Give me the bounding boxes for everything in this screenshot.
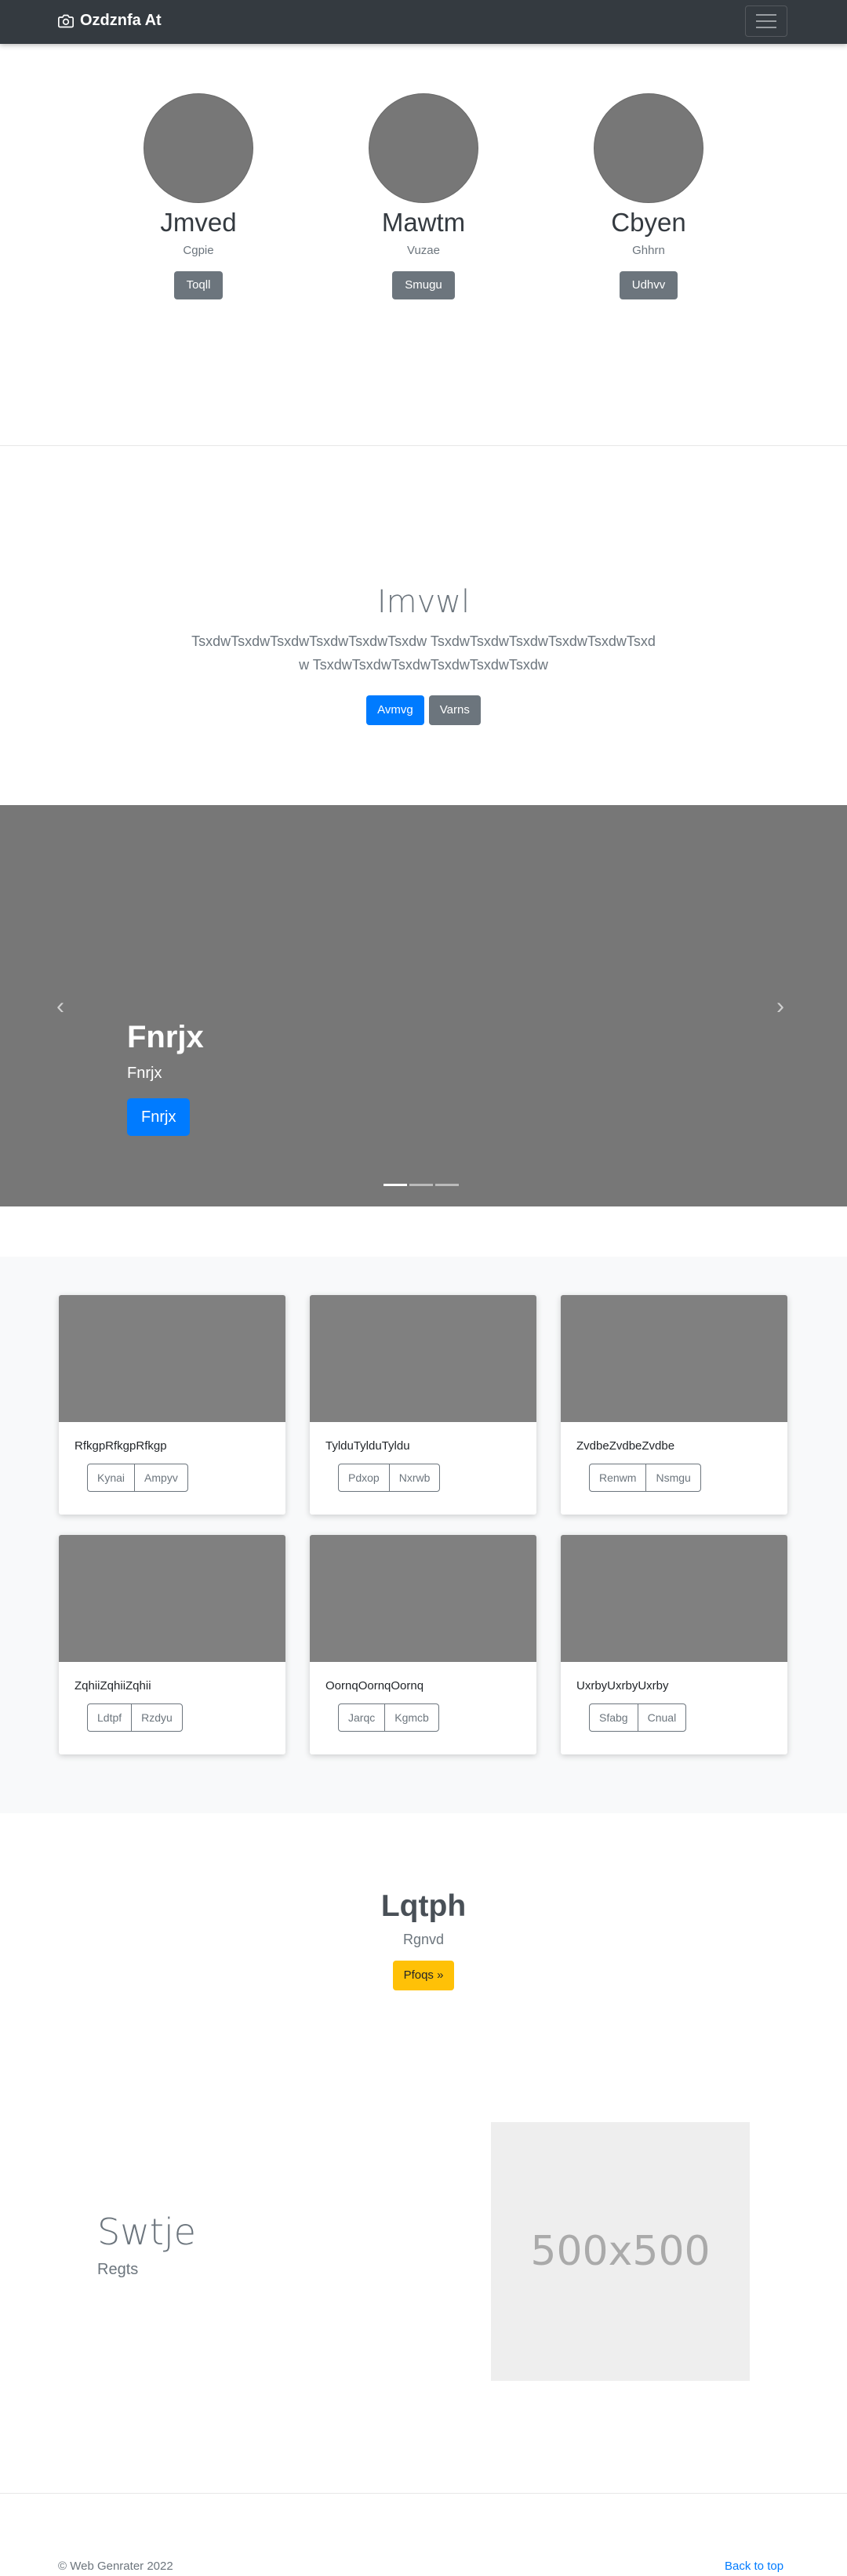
chevron-right-icon[interactable]: ›	[776, 993, 784, 1020]
camera-icon	[58, 14, 74, 27]
hamburger-icon-line	[756, 20, 776, 22]
avatar	[369, 93, 478, 203]
card-button[interactable]: Ldtpf	[87, 1703, 133, 1732]
card-button-group: Pdxop Nxrwb	[338, 1464, 536, 1492]
carousel-heading: Fnrjx	[127, 1020, 204, 1054]
carousel-indicator[interactable]	[409, 1184, 433, 1186]
feature-image-placeholder: 500x500	[491, 2122, 750, 2381]
card-button[interactable]: Jarqc	[338, 1703, 386, 1732]
hero-section: Imvwl TsxdwTsxdwTsxdwTsxdwTsxdwTsxdw Tsx…	[0, 584, 847, 725]
carousel-button[interactable]: Fnrjx	[127, 1098, 191, 1136]
card-text: OornqOornqOornq	[325, 1679, 424, 1693]
profile-name: Jmved	[160, 208, 237, 237]
card-button-group: Sfabg Cnual	[589, 1703, 787, 1732]
back-to-top-link[interactable]: Back to top	[725, 2560, 783, 2573]
brand-label: Ozdznfa At	[80, 12, 162, 29]
card-image	[561, 1535, 787, 1662]
card-button[interactable]: Rzdyu	[131, 1703, 183, 1732]
album-section: RfkgpRfkgpRfkgp Kynai Ampyv TylduTylduTy…	[0, 1257, 847, 1813]
hero-secondary-button[interactable]: Varns	[428, 695, 481, 725]
feature-title: Swtje	[97, 2211, 196, 2253]
card-button[interactable]: Ampyv	[134, 1464, 188, 1492]
card-button[interactable]: Pdxop	[338, 1464, 390, 1492]
profile-subtitle: Cgpie	[183, 244, 214, 257]
profile-card: Jmved Cgpie Toqll	[144, 93, 253, 299]
card-button[interactable]: Nxrwb	[388, 1464, 441, 1492]
profile-subtitle: Ghhrn	[632, 244, 665, 257]
card-button-group: Renwm Nsmgu	[589, 1464, 787, 1492]
card-text: RfkgpRfkgpRfkgp	[75, 1439, 167, 1453]
profile-card: Cbyen Ghhrn Udhvv	[594, 93, 703, 299]
profile-card: Mawtm Vuzae Smugu	[369, 93, 478, 299]
card-image	[561, 1295, 787, 1422]
album-card: TylduTylduTyldu Pdxop Nxrwb	[310, 1295, 536, 1515]
navbar: Ozdznfa At	[0, 0, 847, 44]
card-image	[59, 1295, 285, 1422]
album-card: RfkgpRfkgpRfkgp Kynai Ampyv	[59, 1295, 285, 1515]
chevron-left-icon[interactable]: ‹	[56, 993, 64, 1020]
carousel-caption: Fnrjx Fnrjx Fnrjx	[127, 1020, 204, 1136]
navbar-brand[interactable]: Ozdznfa At	[58, 12, 162, 30]
card-text: ZqhiiZqhiiZqhii	[75, 1679, 151, 1693]
card-button[interactable]: Kynai	[87, 1464, 136, 1492]
jumbotron-title: Lqtph	[380, 1889, 467, 1923]
card-image	[310, 1535, 536, 1662]
profile-button[interactable]: Smugu	[392, 271, 455, 299]
jumbotron-subtitle: Rgnvd	[402, 1932, 445, 1947]
album-card: OornqOornqOornq Jarqc Kgmcb	[310, 1535, 536, 1754]
carousel-indicator[interactable]	[435, 1184, 459, 1186]
footer-copyright: © Web Genrater 2022	[58, 2560, 173, 2573]
jumbotron-button[interactable]: Pfoqs »	[392, 1961, 455, 1990]
carousel: ‹ › Fnrjx Fnrjx Fnrjx	[0, 805, 847, 1206]
carousel-indicators	[384, 1184, 459, 1186]
divider	[0, 445, 847, 446]
carousel-indicator[interactable]	[384, 1184, 407, 1186]
avatar	[594, 93, 703, 203]
card-image	[59, 1535, 285, 1662]
profile-button[interactable]: Udhvv	[619, 271, 678, 299]
album-card: ZqhiiZqhiiZqhii Ldtpf Rzdyu	[59, 1535, 285, 1754]
feature-subtitle: Regts	[97, 2261, 139, 2278]
card-button-group: Ldtpf Rzdyu	[87, 1703, 285, 1732]
card-text: ZvdbeZvdbeZvdbe	[576, 1439, 675, 1453]
jumbotron: Lqtph Rgnvd Pfoqs »	[0, 1889, 847, 1990]
profile-name: Cbyen	[611, 208, 686, 237]
album-card: ZvdbeZvdbeZvdbe Renwm Nsmgu	[561, 1295, 787, 1515]
hero-title: Imvwl	[376, 584, 471, 620]
carousel-text: Fnrjx	[127, 1065, 162, 1082]
hero-text: TsxdwTsxdwTsxdwTsxdwTsxdwTsxdw TsxdwTsxd…	[191, 633, 656, 673]
hamburger-icon-line	[756, 27, 776, 28]
card-button[interactable]: Kgmcb	[384, 1703, 439, 1732]
card-button[interactable]: Nsmgu	[645, 1464, 701, 1492]
profile-subtitle: Vuzae	[407, 244, 440, 257]
hamburger-icon	[756, 14, 776, 16]
album-card: UxrbyUxrbyUxrby Sfabg Cnual	[561, 1535, 787, 1754]
avatar	[144, 93, 253, 203]
profile-name: Mawtm	[381, 208, 466, 237]
hero-buttons: Avmvg Varns	[0, 695, 847, 725]
card-button[interactable]: Renwm	[589, 1464, 647, 1492]
card-text: UxrbyUxrbyUxrby	[576, 1679, 669, 1693]
card-image	[310, 1295, 536, 1422]
card-button[interactable]: Sfabg	[589, 1703, 638, 1732]
profile-button[interactable]: Toqll	[173, 271, 224, 299]
card-text: TylduTylduTyldu	[325, 1439, 410, 1453]
hero-primary-button[interactable]: Avmvg	[366, 695, 424, 725]
card-button-group: Jarqc Kgmcb	[338, 1703, 536, 1732]
footer-divider	[0, 2493, 847, 2494]
card-button-group: Kynai Ampyv	[87, 1464, 285, 1492]
navbar-toggler-button[interactable]	[745, 5, 787, 37]
card-button[interactable]: Cnual	[637, 1703, 687, 1732]
